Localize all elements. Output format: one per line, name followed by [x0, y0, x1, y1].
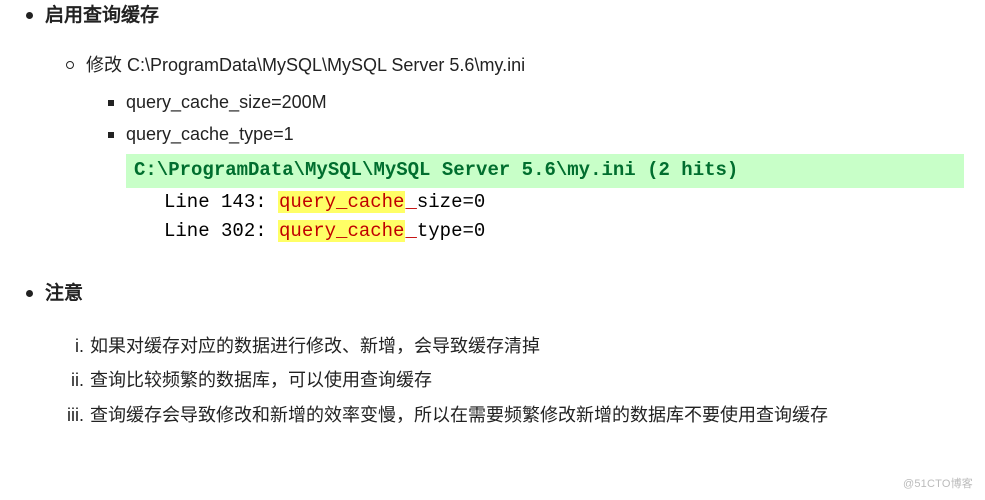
section-enable-cache: 启用查询缓存 修改 C:\ProgramData\MySQL\MySQL Ser… [0, 0, 985, 246]
code-prefix: Line 302: [164, 220, 278, 242]
roman-numeral: iii. [50, 400, 84, 431]
roman-numeral: ii. [50, 365, 84, 396]
bullet-text: query_cache_type=1 [126, 119, 294, 150]
list-item: iii. 查询缓存会导致修改和新增的效率变慢，所以在需要频繁修改新增的数据库不要… [50, 400, 985, 431]
list-item: i. 如果对缓存对应的数据进行修改、新增，会导致缓存清掉 [50, 331, 985, 362]
roman-numeral: i. [50, 331, 84, 362]
code-line: Line 302: query_cache_type=0 [126, 217, 985, 246]
code-line: Line 143: query_cache_size=0 [126, 188, 985, 217]
circle-bullet-icon [66, 61, 74, 69]
note-text: 查询比较频繁的数据库，可以使用查询缓存 [90, 365, 432, 396]
section-notice: 注意 i. 如果对缓存对应的数据进行修改、新增，会导致缓存清掉 ii. 查询比较… [0, 278, 985, 430]
disc-bullet-icon [26, 12, 33, 19]
section-heading: 注意 [45, 278, 83, 310]
sublist-level2: query_cache_size=200M query_cache_type=1 [0, 87, 985, 150]
watermark: @51CTO博客 [903, 475, 973, 494]
code-block: C:\ProgramData\MySQL\MySQL Server 5.6\my… [126, 154, 985, 246]
subitem-text: 修改 C:\ProgramData\MySQL\MySQL Server 5.6… [86, 50, 525, 81]
code-prefix: Line 143: [164, 191, 278, 213]
code-highlight: query_cache [278, 191, 405, 213]
section-heading: 启用查询缓存 [45, 0, 159, 32]
code-tail: size=0 [417, 191, 485, 213]
list-item: ii. 查询比较频繁的数据库，可以使用查询缓存 [50, 365, 985, 396]
square-bullet-icon [108, 132, 114, 138]
code-highlight: query_cache [278, 220, 405, 242]
code-tail: type=0 [417, 220, 485, 242]
square-bullet-icon [108, 100, 114, 106]
notes-list: i. 如果对缓存对应的数据进行修改、新增，会导致缓存清掉 ii. 查询比较频繁的… [50, 331, 985, 431]
code-mid: _ [405, 220, 416, 242]
note-text: 查询缓存会导致修改和新增的效率变慢，所以在需要频繁修改新增的数据库不要使用查询缓… [90, 400, 828, 431]
document-root: 启用查询缓存 修改 C:\ProgramData\MySQL\MySQL Ser… [0, 0, 985, 430]
note-text: 如果对缓存对应的数据进行修改、新增，会导致缓存清掉 [90, 331, 540, 362]
code-mid: _ [405, 191, 416, 213]
code-header: C:\ProgramData\MySQL\MySQL Server 5.6\my… [126, 154, 964, 187]
bullet-text: query_cache_size=200M [126, 87, 327, 118]
sublist-level1: 修改 C:\ProgramData\MySQL\MySQL Server 5.6… [0, 50, 985, 246]
disc-bullet-icon [26, 290, 33, 297]
